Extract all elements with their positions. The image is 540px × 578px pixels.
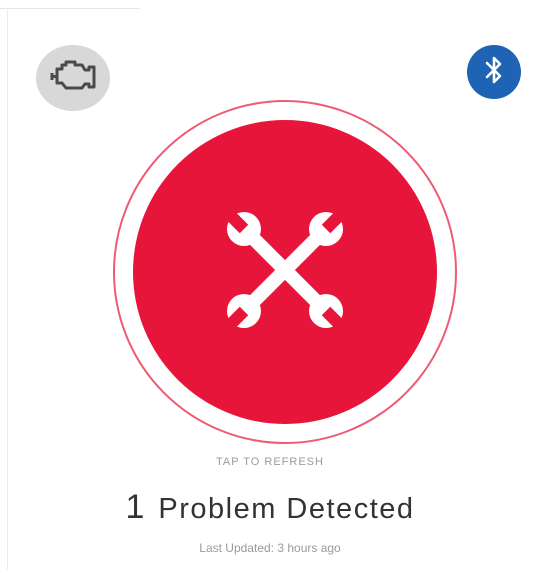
problem-summary: 1 Problem Detected (0, 488, 540, 527)
status-disc (133, 120, 437, 424)
bluetooth-icon (483, 54, 505, 91)
problem-text: Problem Detected (158, 493, 415, 525)
last-updated-text: Last Updated: 3 hours ago (199, 541, 341, 555)
refresh-status-button[interactable] (113, 100, 457, 444)
check-engine-button[interactable] (36, 45, 110, 111)
divider (0, 8, 140, 9)
divider (7, 10, 8, 570)
diagnostics-screen: TAP TO REFRESH 1 Problem Detected Last Up… (0, 0, 540, 578)
problem-count: 1 (125, 488, 145, 526)
check-engine-icon (49, 59, 97, 98)
bluetooth-button[interactable] (467, 45, 521, 99)
crossed-wrenches-icon (205, 190, 365, 355)
tap-to-refresh-label: TAP TO REFRESH (216, 456, 324, 468)
